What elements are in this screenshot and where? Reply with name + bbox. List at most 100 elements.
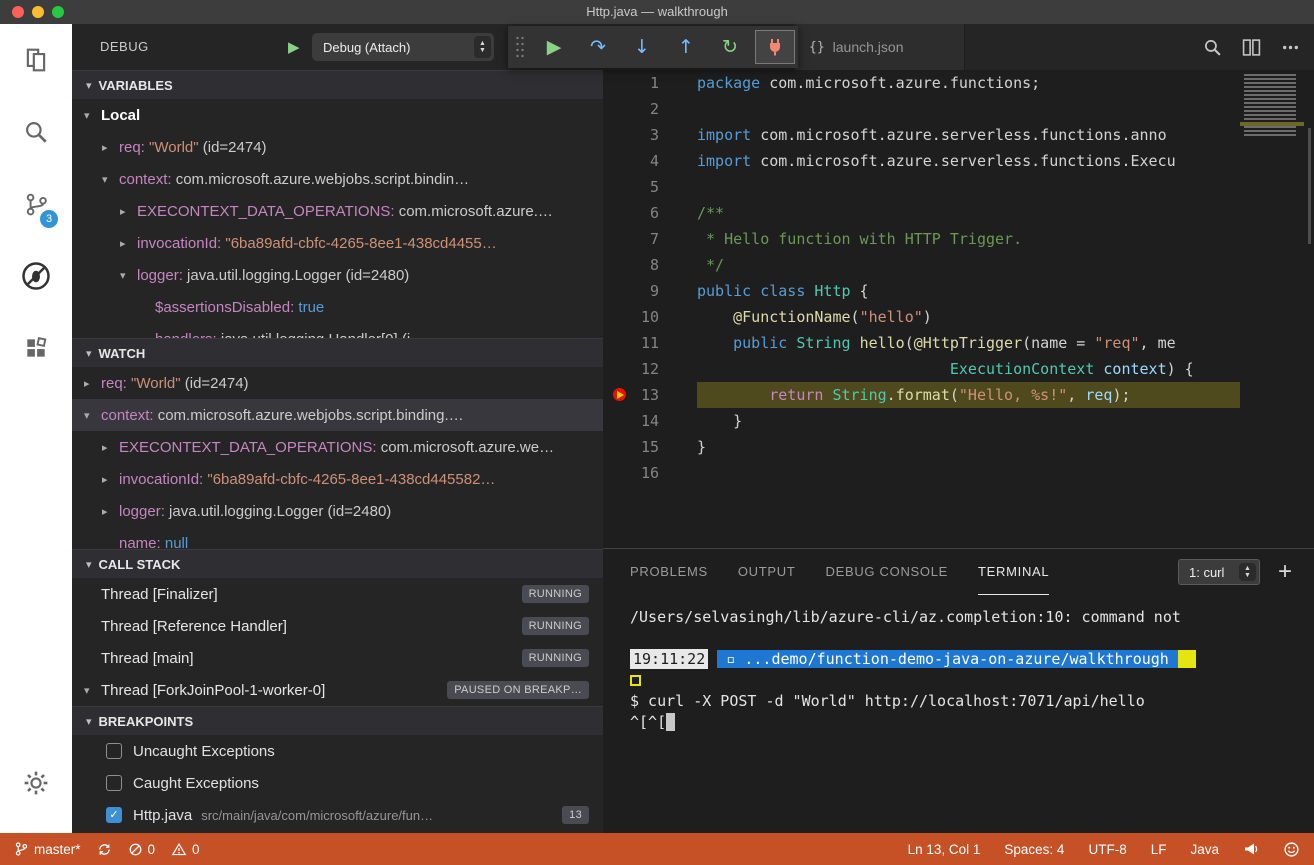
step-out-button[interactable]: ↑	[664, 26, 708, 68]
chevron-down-icon[interactable]: ▾	[120, 269, 137, 282]
callstack-row[interactable]: Thread [Reference Handler]RUNNING	[72, 610, 603, 642]
chevron-right-icon[interactable]: ▸	[120, 205, 137, 218]
feedback-button[interactable]	[1243, 841, 1259, 857]
code-line[interactable]: 13 return String.format("Hello, %s!", re…	[603, 382, 1240, 408]
tab-output[interactable]: OUTPUT	[738, 549, 796, 595]
variable-row[interactable]: $assertionsDisabled: true	[72, 291, 603, 323]
sidebar-item-extensions[interactable]	[0, 312, 72, 384]
toolbar-drag-handle-icon[interactable]	[508, 26, 532, 68]
chevron-right-icon[interactable]: ▸	[102, 505, 119, 518]
code-editor[interactable]: 1package com.microsoft.azure.functions;2…	[603, 70, 1240, 548]
code-line[interactable]: 7 * Hello function with HTTP Trigger.	[603, 226, 1240, 252]
close-window-button[interactable]	[12, 6, 24, 18]
indentation-setting[interactable]: Spaces: 4	[1004, 842, 1064, 857]
line-number[interactable]: 7	[603, 226, 697, 252]
line-number[interactable]: 15	[603, 434, 697, 460]
breakpoint-row[interactable]: Caught Exceptions	[72, 767, 603, 799]
line-number[interactable]: 4	[603, 148, 697, 174]
terminal-output[interactable]: /Users/selvasingh/lib/azure-cli/az.compl…	[603, 595, 1314, 733]
line-number[interactable]: 6	[603, 200, 697, 226]
chevron-down-icon[interactable]: ▾	[84, 109, 101, 122]
line-number[interactable]: 3	[603, 122, 697, 148]
eol-setting[interactable]: LF	[1151, 842, 1167, 857]
chevron-right-icon[interactable]: ▸	[120, 237, 137, 250]
line-number[interactable]: 9	[603, 278, 697, 304]
watch-row[interactable]: ▾context: com.microsoft.azure.webjobs.sc…	[72, 399, 603, 431]
callstack-row[interactable]: Thread [Finalizer]RUNNING	[72, 578, 603, 610]
breakpoint-checkbox[interactable]	[106, 743, 122, 759]
line-number[interactable]: 10	[603, 304, 697, 330]
code-line[interactable]: 4import com.microsoft.azure.serverless.f…	[603, 148, 1240, 174]
breakpoints-section-header[interactable]: ▾ BREAKPOINTS	[72, 706, 603, 735]
code-line[interactable]: 14 }	[603, 408, 1240, 434]
tab-launch-json[interactable]: {} launch.json	[795, 24, 965, 70]
sidebar-item-debug[interactable]	[0, 240, 72, 312]
variable-row[interactable]: handlers: java.util.logging.Handler[0] (…	[72, 323, 603, 338]
variable-row[interactable]: ▸EXECONTEXT_DATA_OPERATIONS: com.microso…	[72, 195, 603, 227]
callstack-row[interactable]: Thread [main]RUNNING	[72, 642, 603, 674]
watch-row[interactable]: ▸invocationId: "6ba89afd-cbfc-4265-8ee1-…	[72, 463, 603, 495]
editor-scrollbar[interactable]	[1308, 128, 1311, 244]
sidebar-item-search[interactable]	[0, 96, 72, 168]
sidebar-item-source-control[interactable]: 3	[0, 168, 72, 240]
code-line[interactable]: 15}	[603, 434, 1240, 460]
line-number[interactable]: 1	[603, 70, 697, 96]
chevron-right-icon[interactable]: ▸	[84, 377, 101, 390]
line-number[interactable]: 5	[603, 174, 697, 200]
line-number[interactable]: 13	[603, 382, 697, 408]
sidebar-item-explorer[interactable]	[0, 24, 72, 96]
warning-count[interactable]: 0	[171, 842, 200, 857]
variable-row[interactable]: ▸req: "World" (id=2474)	[72, 131, 603, 163]
variable-row[interactable]: ▸invocationId: "6ba89afd-cbfc-4265-8ee1-…	[72, 227, 603, 259]
chevron-right-icon[interactable]: ▸	[102, 141, 119, 154]
chevron-down-icon[interactable]: ▾	[102, 173, 119, 186]
line-number[interactable]: 11	[603, 330, 697, 356]
line-number[interactable]: 8	[603, 252, 697, 278]
new-terminal-button[interactable]: +	[1278, 560, 1292, 584]
encoding-setting[interactable]: UTF-8	[1088, 842, 1126, 857]
terminal-instance-dropdown[interactable]: 1: curl ▲▼	[1178, 559, 1260, 585]
cursor-position[interactable]: Ln 13, Col 1	[908, 842, 981, 857]
line-number[interactable]: 12	[603, 356, 697, 382]
callstack-section-header[interactable]: ▾ CALL STACK	[72, 549, 603, 578]
code-line[interactable]: 1package com.microsoft.azure.functions;	[603, 70, 1240, 96]
variable-row[interactable]: ▾logger: java.util.logging.Logger (id=24…	[72, 259, 603, 291]
line-number[interactable]: 16	[603, 460, 697, 486]
code-line[interactable]: 11 public String hello(@HttpTrigger(name…	[603, 330, 1240, 356]
watch-row[interactable]: ▸req: "World" (id=2474)	[72, 367, 603, 399]
error-count[interactable]: 0	[128, 842, 156, 857]
code-line[interactable]: 9public class Http {	[603, 278, 1240, 304]
maximize-window-button[interactable]	[52, 6, 64, 18]
step-into-button[interactable]: ↓	[620, 26, 664, 68]
watch-row[interactable]: ▸EXECONTEXT_DATA_OPERATIONS: com.microso…	[72, 431, 603, 463]
code-line[interactable]: 5	[603, 174, 1240, 200]
step-over-button[interactable]: ↷	[576, 26, 620, 68]
code-line[interactable]: 6/**	[603, 200, 1240, 226]
callstack-row[interactable]: ▾Thread [ForkJoinPool-1-worker-0]PAUSED …	[72, 674, 603, 706]
smiley-feedback-button[interactable]	[1283, 841, 1300, 858]
sync-button[interactable]	[97, 842, 112, 857]
line-number[interactable]: 14	[603, 408, 697, 434]
code-line[interactable]: 16	[603, 460, 1240, 486]
chevron-right-icon[interactable]: ▸	[102, 441, 119, 454]
tab-problems[interactable]: PROBLEMS	[630, 549, 708, 595]
breakpoint-row[interactable]: Uncaught Exceptions	[72, 735, 603, 767]
breakpoint-row[interactable]: ✓Http.javasrc/main/java/com/microsoft/az…	[72, 799, 603, 831]
continue-button[interactable]: ▶	[532, 26, 576, 68]
minimize-window-button[interactable]	[32, 6, 44, 18]
chevron-right-icon[interactable]: ▸	[102, 473, 119, 486]
language-mode[interactable]: Java	[1190, 842, 1219, 857]
code-line[interactable]: 12 ExecutionContext context) {	[603, 356, 1240, 382]
start-debug-icon[interactable]: ▶	[288, 38, 300, 56]
line-number[interactable]: 2	[603, 96, 697, 122]
breakpoint-checkbox[interactable]	[106, 775, 122, 791]
disconnect-button[interactable]	[755, 30, 795, 64]
settings-button[interactable]	[0, 747, 72, 819]
code-line[interactable]: 8 */	[603, 252, 1240, 278]
find-in-file-icon[interactable]	[1203, 38, 1222, 57]
restart-button[interactable]: ↻	[708, 26, 752, 68]
variable-row[interactable]: ▾context: com.microsoft.azure.webjobs.sc…	[72, 163, 603, 195]
tab-terminal[interactable]: TERMINAL	[978, 549, 1049, 595]
code-line[interactable]: 3import com.microsoft.azure.serverless.f…	[603, 122, 1240, 148]
code-line[interactable]: 2	[603, 96, 1240, 122]
